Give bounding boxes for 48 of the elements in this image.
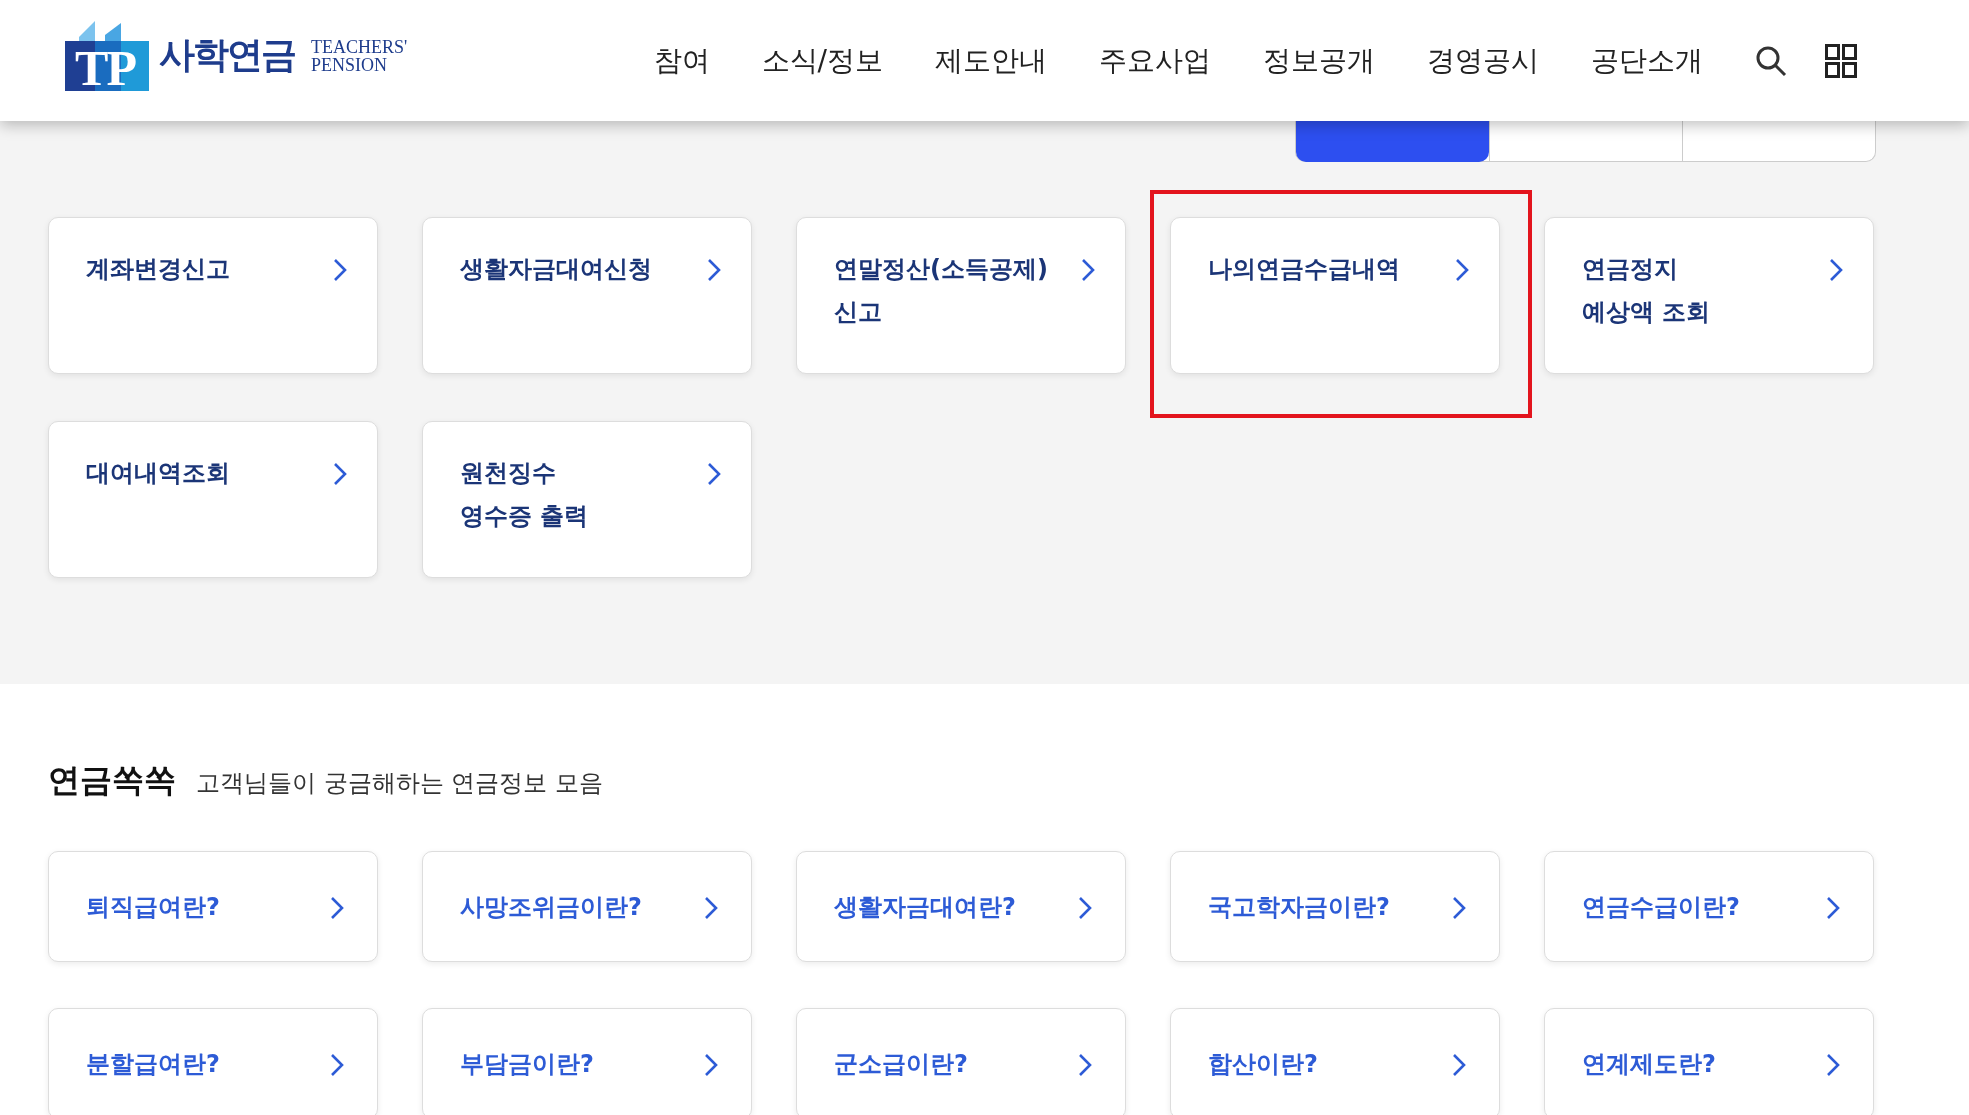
chevron-right-icon [1452, 1052, 1466, 1077]
chevron-right-icon [704, 895, 718, 920]
nav-link[interactable]: 정보공개 [1263, 41, 1375, 80]
section-subtitle: 고객님들이 궁금해하는 연금정보 모음 [196, 768, 603, 799]
chevron-right-icon [1081, 258, 1095, 282]
menu-card[interactable]: 생활자금대여신청 [422, 217, 752, 374]
chevron-right-icon [1829, 258, 1843, 282]
menu-card[interactable]: 나의연금수급내역 [1170, 217, 1500, 374]
chevron-right-icon [704, 1052, 718, 1077]
chevron-right-icon [1455, 258, 1469, 282]
chevron-right-icon [707, 258, 721, 282]
info-card[interactable]: 군소급이란? [796, 1008, 1126, 1115]
nav-link[interactable]: 소식/정보 [761, 41, 883, 80]
info-card[interactable]: 국고학자금이란? [1170, 851, 1500, 962]
menu-grid-icon[interactable] [1825, 43, 1857, 78]
info-card[interactable]: 분할급여란? [48, 1008, 378, 1115]
chevron-right-icon [333, 462, 347, 486]
audience-tab[interactable] [1296, 121, 1489, 162]
chevron-right-icon [1826, 1052, 1840, 1077]
menu-card[interactable]: 대여내역조회 [48, 421, 378, 578]
info-card[interactable]: 사망조위금이란? [422, 851, 752, 962]
chevron-right-icon [1078, 895, 1092, 920]
logo-english-text: TEACHERS' PENSION [311, 37, 408, 74]
info-card[interactable]: 합산이란? [1170, 1008, 1500, 1115]
search-icon[interactable] [1755, 44, 1787, 77]
logo-text: 사학연금 [159, 33, 295, 77]
chevron-right-icon [1452, 895, 1466, 920]
nav-link[interactable]: 주요사업 [1099, 41, 1211, 80]
nav-link[interactable]: 제도안내 [935, 41, 1047, 80]
chevron-right-icon [330, 895, 344, 920]
menu-card[interactable]: 연금정지 예상액 조회 [1544, 217, 1874, 374]
chevron-right-icon [707, 462, 721, 486]
nav-link[interactable]: 참여 [653, 41, 710, 80]
menu-card[interactable]: 원천징수 영수증 출력 [422, 421, 752, 578]
info-card[interactable]: 연금수급이란? [1544, 851, 1874, 962]
menu-card[interactable]: 연말정산(소득공제) 신고 [796, 217, 1126, 374]
info-card[interactable]: 부담금이란? [422, 1008, 752, 1115]
nav-link[interactable]: 경영공시 [1427, 41, 1539, 80]
menu-card[interactable]: 계좌변경신고 [48, 217, 378, 374]
info-card[interactable]: 생활자금대여란? [796, 851, 1126, 962]
chevron-right-icon [1078, 1052, 1092, 1077]
info-card[interactable]: 퇴직급여란? [48, 851, 378, 962]
chevron-right-icon [330, 1052, 344, 1077]
nav-link[interactable]: 공단소개 [1591, 41, 1703, 80]
chevron-right-icon [1826, 895, 1840, 920]
section-title: 연금쏙쏙 [48, 760, 176, 801]
info-card[interactable]: 연계제도란? [1544, 1008, 1874, 1115]
chevron-right-icon [333, 258, 347, 282]
